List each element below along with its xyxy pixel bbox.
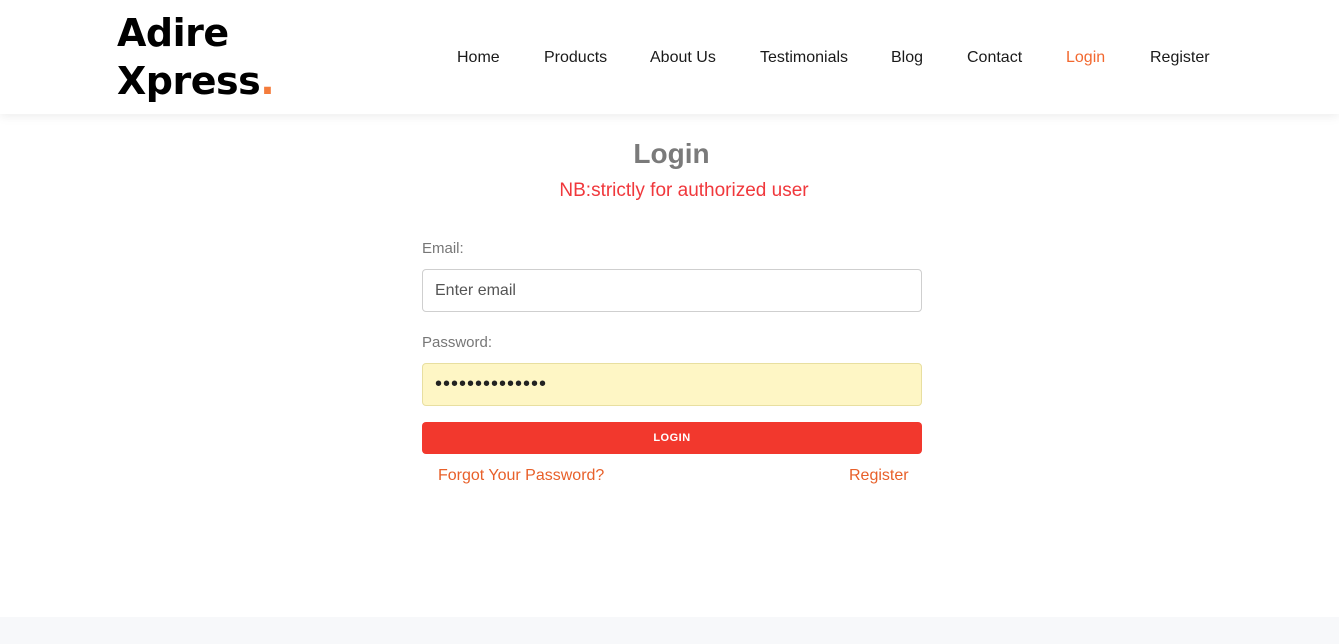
- password-input[interactable]: [422, 363, 922, 406]
- nav-about-us[interactable]: About Us: [650, 47, 716, 69]
- page-title: Login: [633, 138, 710, 169]
- forgot-password-link[interactable]: Forgot Your Password?: [438, 467, 604, 485]
- nav-blog[interactable]: Blog: [891, 47, 923, 69]
- password-label: Password:: [422, 334, 493, 351]
- nav-products[interactable]: Products: [544, 47, 607, 69]
- nav-register[interactable]: Register: [1150, 47, 1210, 69]
- nav-testimonials[interactable]: Testimonials: [760, 47, 848, 69]
- site-header: Adire Xpress. Home Products About Us Tes…: [0, 0, 1339, 114]
- email-input[interactable]: [422, 269, 922, 312]
- nav-login[interactable]: Login: [1066, 47, 1105, 69]
- nav-contact[interactable]: Contact: [967, 47, 1022, 69]
- authorization-notice: NB:strictly for authorized user: [559, 180, 809, 201]
- login-button[interactable]: LOGIN: [422, 422, 922, 454]
- register-link[interactable]: Register: [849, 467, 909, 485]
- email-label: Email:: [422, 240, 464, 257]
- page-footer: [0, 617, 1339, 644]
- nav-home[interactable]: Home: [457, 47, 500, 69]
- main-nav: Home Products About Us Testimonials Blog…: [0, 47, 1339, 69]
- login-section: Login NB:strictly for authorized user Em…: [0, 114, 1339, 617]
